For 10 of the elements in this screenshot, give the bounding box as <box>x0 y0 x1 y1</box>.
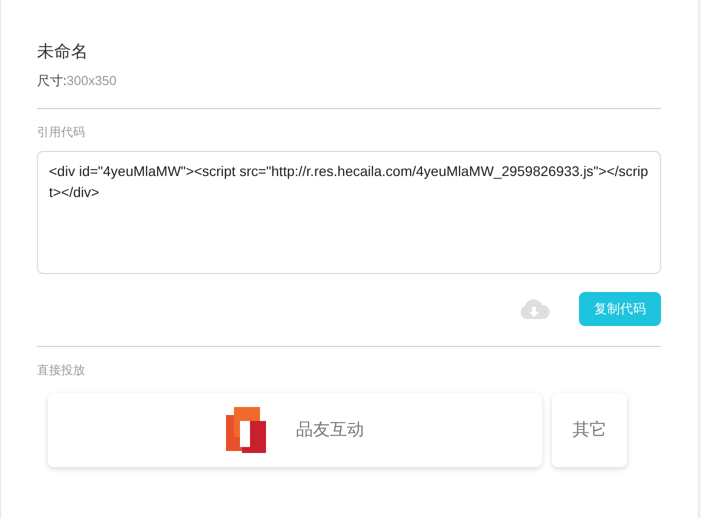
section-label: 引用代码 <box>37 124 85 141</box>
code-field[interactable]: <div id="4yeuMlaMW"><script src="http://r.res.hecaila.com/4yeuMlaMW_2959826933.js"></script></div> <box>37 151 661 274</box>
size-label: 尺寸: <box>37 72 67 90</box>
item-title: 未命名 <box>37 41 89 63</box>
platform-option[interactable]: 品友互动 <box>48 393 542 467</box>
embed-code: <div id="4yeuMlaMW"><script src="http://r.res.hecaila.com/4yeuMlaMW_2959826933.js"></script></div> <box>49 162 649 202</box>
brand-logo-icon <box>226 407 268 453</box>
platform-option[interactable]: 其它 <box>552 393 627 467</box>
size-value: 300x350 <box>66 72 117 90</box>
section-label: 直接投放 <box>37 362 85 379</box>
